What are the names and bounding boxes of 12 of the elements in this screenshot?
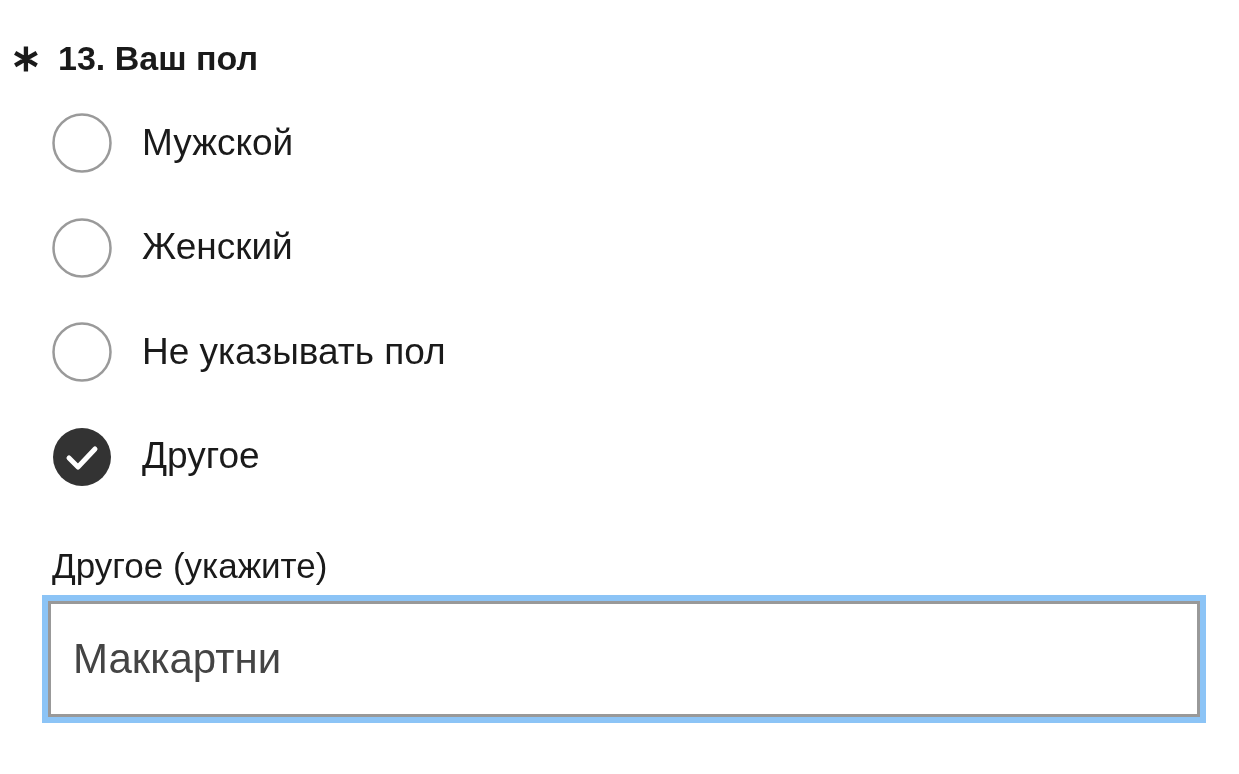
checked-radio-icon[interactable] bbox=[52, 426, 112, 487]
option-label: Другое bbox=[142, 434, 260, 479]
radio-button[interactable] bbox=[52, 322, 112, 383]
question-title: 13. Ваш пол bbox=[58, 38, 258, 79]
field-label: Другое (укажите) bbox=[51, 544, 329, 587]
required-mark: ∗ bbox=[10, 39, 42, 78]
radio-button[interactable] bbox=[52, 113, 112, 174]
option-label: Мужской bbox=[142, 120, 294, 165]
option-label: Женский bbox=[142, 225, 293, 270]
option-label: Не указывать пол bbox=[142, 329, 446, 374]
text-input-field[interactable]: Маккартни bbox=[48, 600, 1200, 717]
radio-button[interactable] bbox=[52, 217, 112, 278]
